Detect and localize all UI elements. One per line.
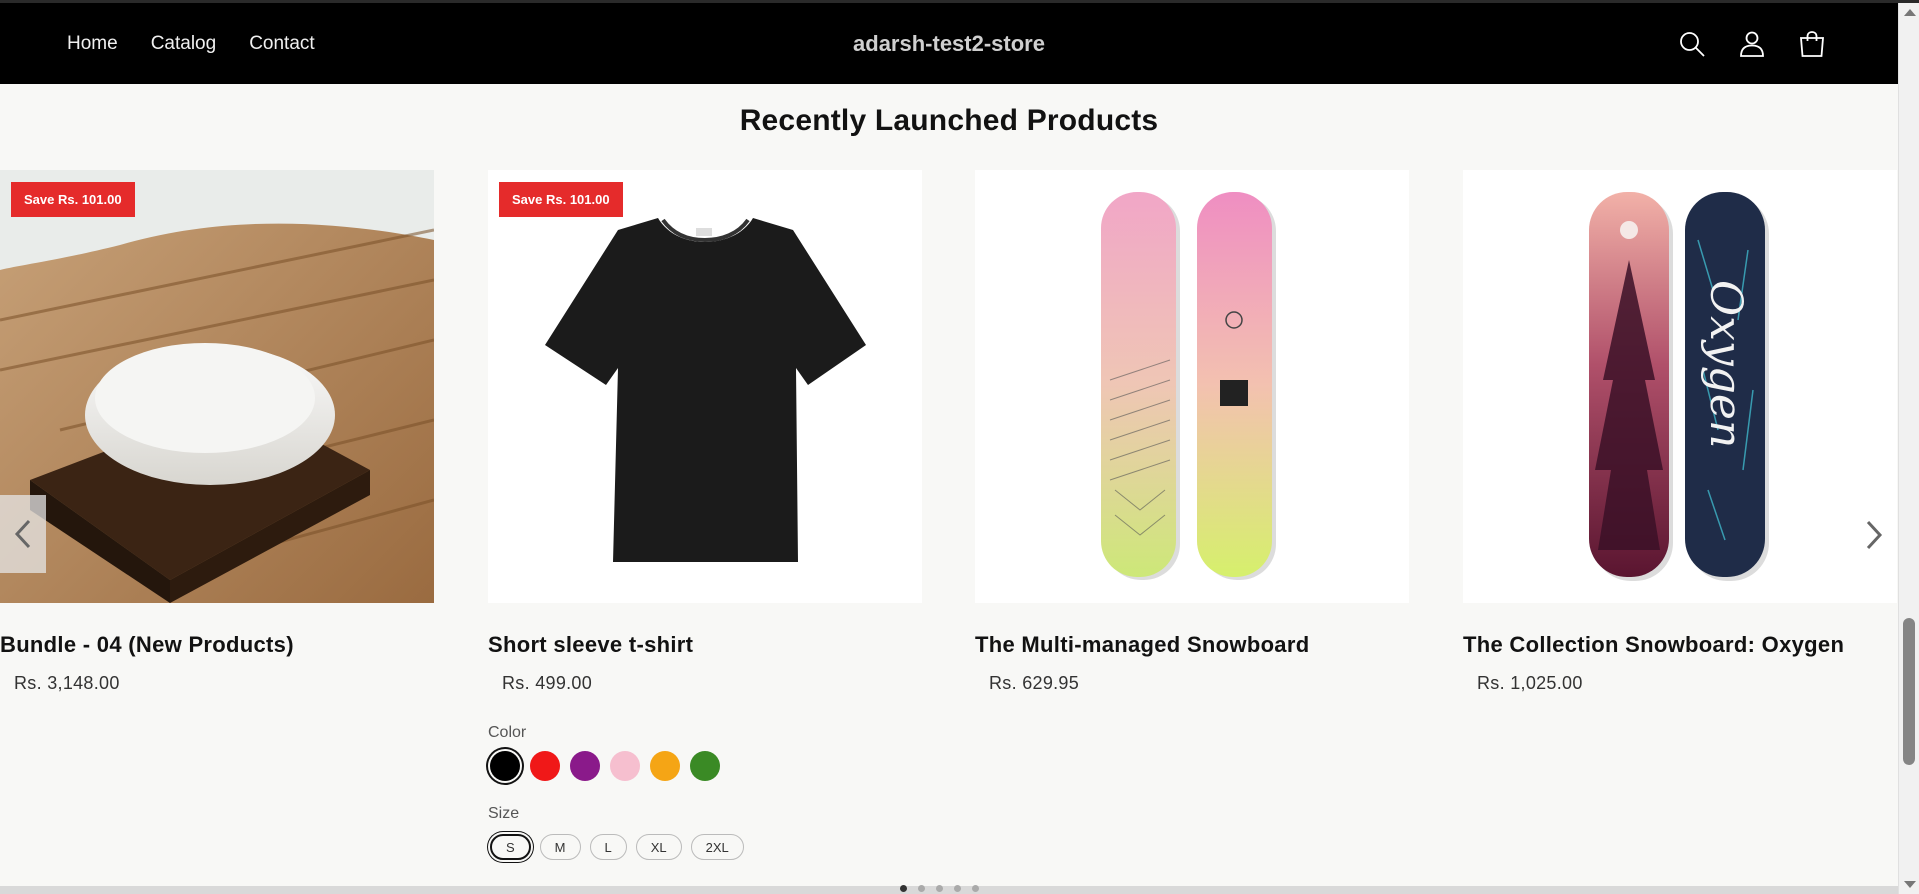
chevron-right-icon — [1866, 520, 1883, 550]
slider-dots — [900, 885, 979, 892]
product-image[interactable]: Save Rs. 101.00 — [488, 170, 922, 603]
product-title[interactable]: The Collection Snowboard: Oxygen — [1463, 632, 1844, 658]
slider-dot-active[interactable] — [900, 885, 907, 892]
nav-home-link[interactable]: Home — [67, 33, 118, 55]
oxygen-snowboards-image: Oxygen — [1463, 170, 1897, 603]
sale-badge: Save Rs. 101.00 — [499, 182, 623, 217]
slider-prev-button[interactable] — [0, 495, 46, 573]
size-option-m[interactable]: M — [539, 834, 581, 860]
color-swatches — [490, 751, 720, 781]
product-title[interactable]: The Multi-managed Snowboard — [975, 632, 1309, 658]
account-icon[interactable] — [1736, 28, 1768, 60]
product-title[interactable]: Bundle - 04 (New Products) — [0, 632, 294, 658]
slider-dot[interactable] — [954, 885, 961, 892]
product-price: Rs. 629.95 — [989, 673, 1080, 693]
color-swatch-red[interactable] — [530, 751, 560, 781]
nav-catalog-link[interactable]: Catalog — [151, 33, 217, 55]
color-swatch-green[interactable] — [690, 751, 720, 781]
sale-badge: Save Rs. 101.00 — [11, 182, 135, 217]
color-swatch-purple[interactable] — [570, 751, 600, 781]
main-nav: Home Catalog Contact — [67, 3, 315, 84]
product-card[interactable]: Save Rs. 101.00 Short sleeve t-shirt Rs.… — [488, 170, 922, 693]
product-title[interactable]: Short sleeve t-shirt — [488, 632, 693, 658]
site-header: Home Catalog Contact adarsh-test2-store — [0, 3, 1898, 84]
slider-next-button[interactable] — [1854, 510, 1894, 560]
section-title: Recently Launched Products — [739, 104, 1159, 137]
scroll-down-arrow-icon[interactable] — [1904, 881, 1916, 888]
chevron-left-icon — [14, 519, 31, 549]
color-option-label: Color — [488, 724, 527, 741]
product-image[interactable]: Oxygen — [1463, 170, 1897, 603]
color-swatch-pink[interactable] — [610, 751, 640, 781]
size-option-label: Size — [488, 805, 520, 822]
svg-text:Oxygen: Oxygen — [1700, 280, 1751, 448]
color-swatch-black[interactable] — [490, 751, 520, 781]
slider-dot[interactable] — [918, 885, 925, 892]
search-icon[interactable] — [1676, 28, 1708, 60]
size-options: S M L XL 2XL — [490, 834, 744, 860]
soap-dish-image — [0, 170, 434, 603]
product-price: Rs. 1,025.00 — [1477, 673, 1583, 693]
product-image[interactable] — [975, 170, 1409, 603]
scrollbar-thumb[interactable] — [1903, 618, 1915, 765]
tshirt-image — [488, 170, 922, 603]
product-card[interactable]: Oxygen The Collection Snowboard: Oxygen … — [1463, 170, 1897, 693]
product-price: Rs. 3,148.00 — [14, 673, 120, 693]
slider-dot[interactable] — [972, 885, 979, 892]
vertical-scrollbar[interactable] — [1898, 3, 1919, 894]
product-card[interactable]: The Multi-managed Snowboard Rs. 629.95 — [975, 170, 1409, 693]
snowboards-image — [975, 170, 1409, 603]
size-option-s[interactable]: S — [490, 834, 531, 860]
product-image[interactable]: Save Rs. 101.00 — [0, 170, 434, 603]
product-price: Rs. 499.00 — [502, 673, 593, 693]
size-option-2xl[interactable]: 2XL — [690, 834, 744, 860]
size-option-xl[interactable]: XL — [635, 834, 682, 860]
scroll-up-arrow-icon[interactable] — [1904, 9, 1916, 16]
slider-dot[interactable] — [936, 885, 943, 892]
size-option-l[interactable]: L — [589, 834, 627, 860]
nav-contact-link[interactable]: Contact — [249, 33, 314, 55]
header-icons — [1676, 3, 1828, 84]
cart-icon[interactable] — [1796, 28, 1828, 60]
product-card[interactable]: Save Rs. 101.00 Bundle - 04 (New Product… — [0, 170, 434, 693]
color-swatch-orange[interactable] — [650, 751, 680, 781]
